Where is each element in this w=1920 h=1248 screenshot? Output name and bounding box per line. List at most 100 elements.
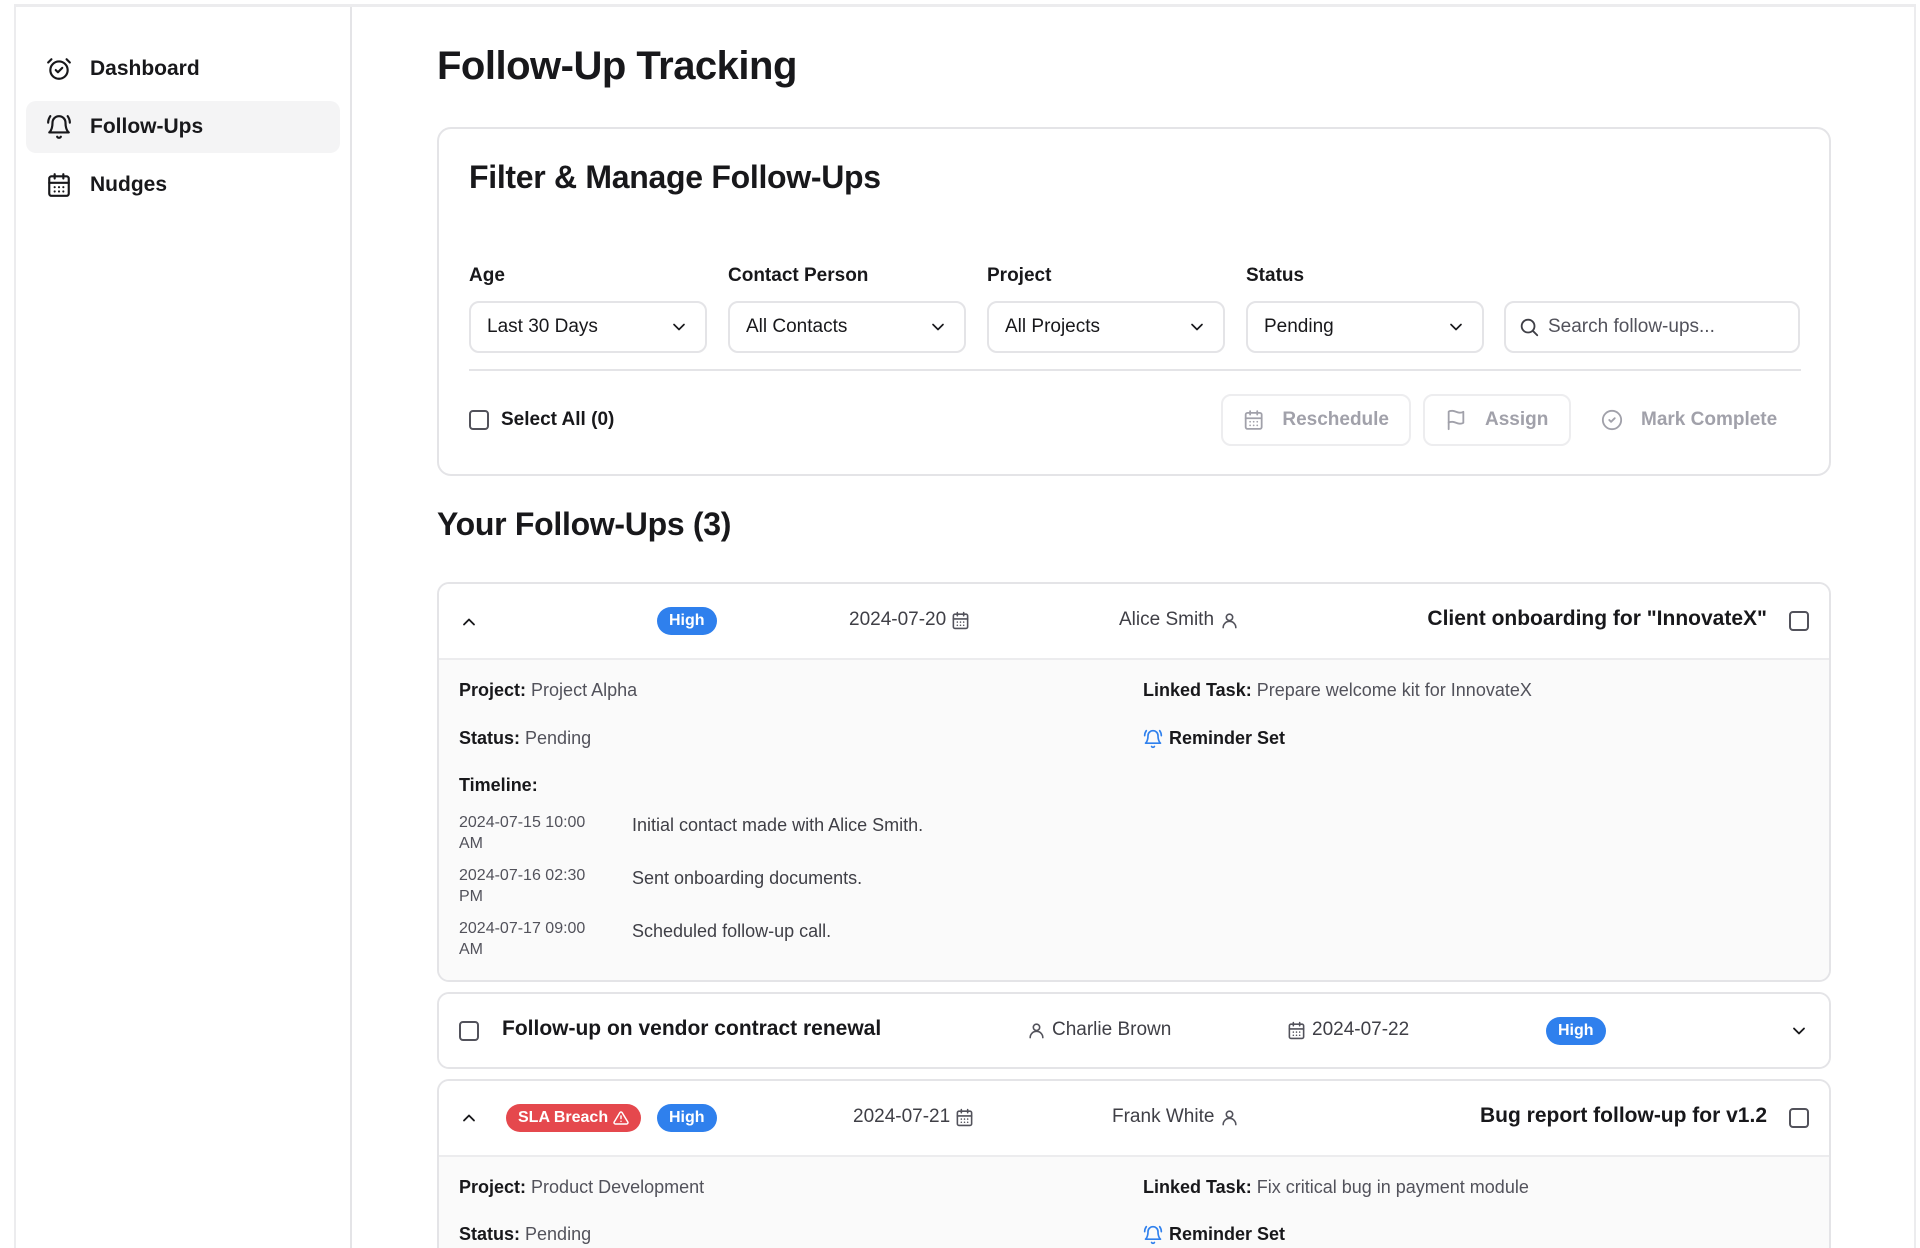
check-circle-icon (1601, 409, 1623, 431)
contact-filter: Contact Person All Contacts (728, 265, 966, 353)
contact-person: Alice Smith (1119, 609, 1239, 631)
due-date-value: 2024-07-21 (853, 1106, 951, 1127)
item-checkbox[interactable] (459, 1021, 479, 1041)
select-all-label: Select All (0) (501, 409, 615, 430)
reschedule-label: Reschedule (1282, 409, 1389, 430)
user-icon (1029, 1022, 1044, 1038)
reschedule-button[interactable]: Reschedule (1221, 394, 1411, 446)
timeline-entry: Scheduled follow-up call. (632, 921, 832, 941)
status-filter: Status Pending (1246, 265, 1484, 353)
due-date: 2024-07-20 (849, 609, 970, 631)
project-field: Project: Project Alpha (459, 680, 638, 700)
filter-card-title: Filter & Manage Follow-Ups (469, 159, 881, 195)
due-date: 2024-07-21 (853, 1106, 974, 1128)
calendar-icon (1288, 1021, 1305, 1039)
contact-name: Alice Smith (1119, 609, 1215, 630)
sidebar-item-dashboard[interactable]: Dashboard (26, 43, 340, 95)
sidebar-item-label: Follow-Ups (90, 115, 204, 138)
status-select[interactable]: Pending (1246, 301, 1484, 353)
reminder-status: Reminder Set (1143, 1224, 1285, 1245)
divider (469, 369, 1801, 371)
search-icon (1520, 318, 1539, 337)
status-filter-label: Status (1246, 265, 1305, 286)
assign-button[interactable]: Assign (1423, 394, 1571, 446)
project-filter-label: Project (987, 265, 1052, 286)
follow-up-item-header[interactable]: High 2024-07-20 Alice Smith Client onboa… (439, 584, 1829, 658)
status-field: Status: Pending (459, 1224, 592, 1244)
chevron-up-icon[interactable] (459, 612, 479, 637)
follow-up-item: Follow-up on vendor contract renewal Cha… (437, 992, 1831, 1069)
item-checkbox[interactable] (1789, 1108, 1809, 1128)
alarm-clock-check-icon (47, 58, 71, 80)
sidebar-item-label: Dashboard (90, 57, 200, 80)
contact-person: Charlie Brown (1027, 1019, 1171, 1041)
age-select[interactable]: Last 30 Days (469, 301, 707, 353)
follow-up-item: SLA Breach High 2024-07-21 Frank White B… (437, 1079, 1831, 1248)
follow-up-details: Project: Product Development Linked Task… (439, 1155, 1829, 1248)
bell-ring-icon (1143, 729, 1163, 748)
timeline-label: Timeline: (459, 775, 538, 795)
calendar-icon (952, 611, 969, 629)
chevron-down-icon[interactable] (1789, 1021, 1809, 1046)
user-icon (1222, 612, 1237, 628)
follow-up-title: Follow-up on vendor contract renewal (502, 1017, 882, 1040)
sidebar-item-label: Nudges (90, 173, 168, 196)
bell-ring-icon (1143, 1225, 1163, 1244)
reminder-status: Reminder Set (1143, 728, 1285, 749)
priority-badge: High (1546, 1017, 1606, 1045)
project-select-value: All Projects (1005, 316, 1101, 337)
timeline-time: 2024-07-16 02:30 PM (459, 867, 586, 905)
filter-card: Filter & Manage Follow-Ups Age Last 30 D… (437, 127, 1831, 476)
sla-breach-badge: SLA Breach (506, 1104, 642, 1132)
follow-up-item: High 2024-07-20 Alice Smith Client onboa… (437, 582, 1831, 982)
select-all-checkbox[interactable] (469, 410, 489, 430)
linked-task-field: Linked Task: Fix critical bug in payment… (1143, 1177, 1529, 1197)
flag-icon (1447, 409, 1465, 431)
timeline-entry: Initial contact made with Alice Smith. (632, 815, 924, 835)
age-select-value: Last 30 Days (487, 316, 598, 337)
follow-up-title: Client onboarding for "InnovateX" (1427, 607, 1767, 630)
follow-up-item-header[interactable]: Follow-up on vendor contract renewal Cha… (439, 994, 1829, 1067)
age-filter-label: Age (469, 265, 505, 286)
priority-badge: High (657, 607, 717, 635)
sidebar: Dashboard Follow-Ups Nudges (16, 7, 352, 1248)
sidebar-item-nudges[interactable]: Nudges (26, 159, 340, 211)
select-all[interactable]: Select All (0) (469, 409, 614, 431)
contact-select[interactable]: All Contacts (728, 301, 966, 353)
chevron-up-icon[interactable] (459, 1108, 479, 1133)
search-placeholder: Search follow-ups... (1548, 316, 1715, 337)
contact-person: Frank White (1112, 1106, 1239, 1128)
project-field: Project: Product Development (459, 1177, 705, 1197)
project-select[interactable]: All Projects (987, 301, 1225, 353)
priority-badge: High (657, 1104, 717, 1132)
timeline-time: 2024-07-17 09:00 AM (459, 920, 586, 958)
linked-task-field: Linked Task: Prepare welcome kit for Inn… (1143, 680, 1532, 700)
follow-ups-heading: Your Follow-Ups (3) (437, 506, 732, 542)
item-checkbox[interactable] (1789, 611, 1809, 631)
calendar-days-icon (48, 173, 70, 197)
alert-triangle-icon (613, 1111, 629, 1125)
chevron-down-icon (673, 323, 685, 331)
mark-complete-button[interactable]: Mark Complete (1579, 394, 1801, 446)
timeline-time: 2024-07-15 10:00 AM (459, 814, 586, 852)
mark-complete-label: Mark Complete (1641, 409, 1778, 430)
contact-name: Charlie Brown (1052, 1019, 1172, 1040)
calendar-icon (956, 1108, 973, 1126)
bell-ring-icon (47, 115, 71, 139)
due-date-value: 2024-07-22 (1312, 1019, 1410, 1040)
contact-select-value: All Contacts (746, 316, 848, 337)
user-icon (1222, 1109, 1238, 1125)
sidebar-item-follow-ups[interactable]: Follow-Ups (26, 101, 340, 153)
search-input[interactable]: Search follow-ups... (1504, 301, 1800, 353)
contact-name: Frank White (1112, 1106, 1215, 1127)
chevron-down-icon (1450, 323, 1462, 331)
follow-up-details: Project: Project Alpha Linked Task: Prep… (439, 658, 1829, 980)
timeline-entry: Sent onboarding documents. (632, 868, 863, 888)
due-date: 2024-07-22 (1287, 1019, 1409, 1041)
follow-up-item-header[interactable]: SLA Breach High 2024-07-21 Frank White B… (439, 1081, 1829, 1155)
follow-up-title: Bug report follow-up for v1.2 (1480, 1104, 1767, 1127)
age-filter: Age Last 30 Days (469, 265, 707, 353)
project-filter: Project All Projects (987, 265, 1225, 353)
due-date-value: 2024-07-20 (849, 609, 947, 630)
page-title: Follow-Up Tracking (437, 44, 797, 88)
